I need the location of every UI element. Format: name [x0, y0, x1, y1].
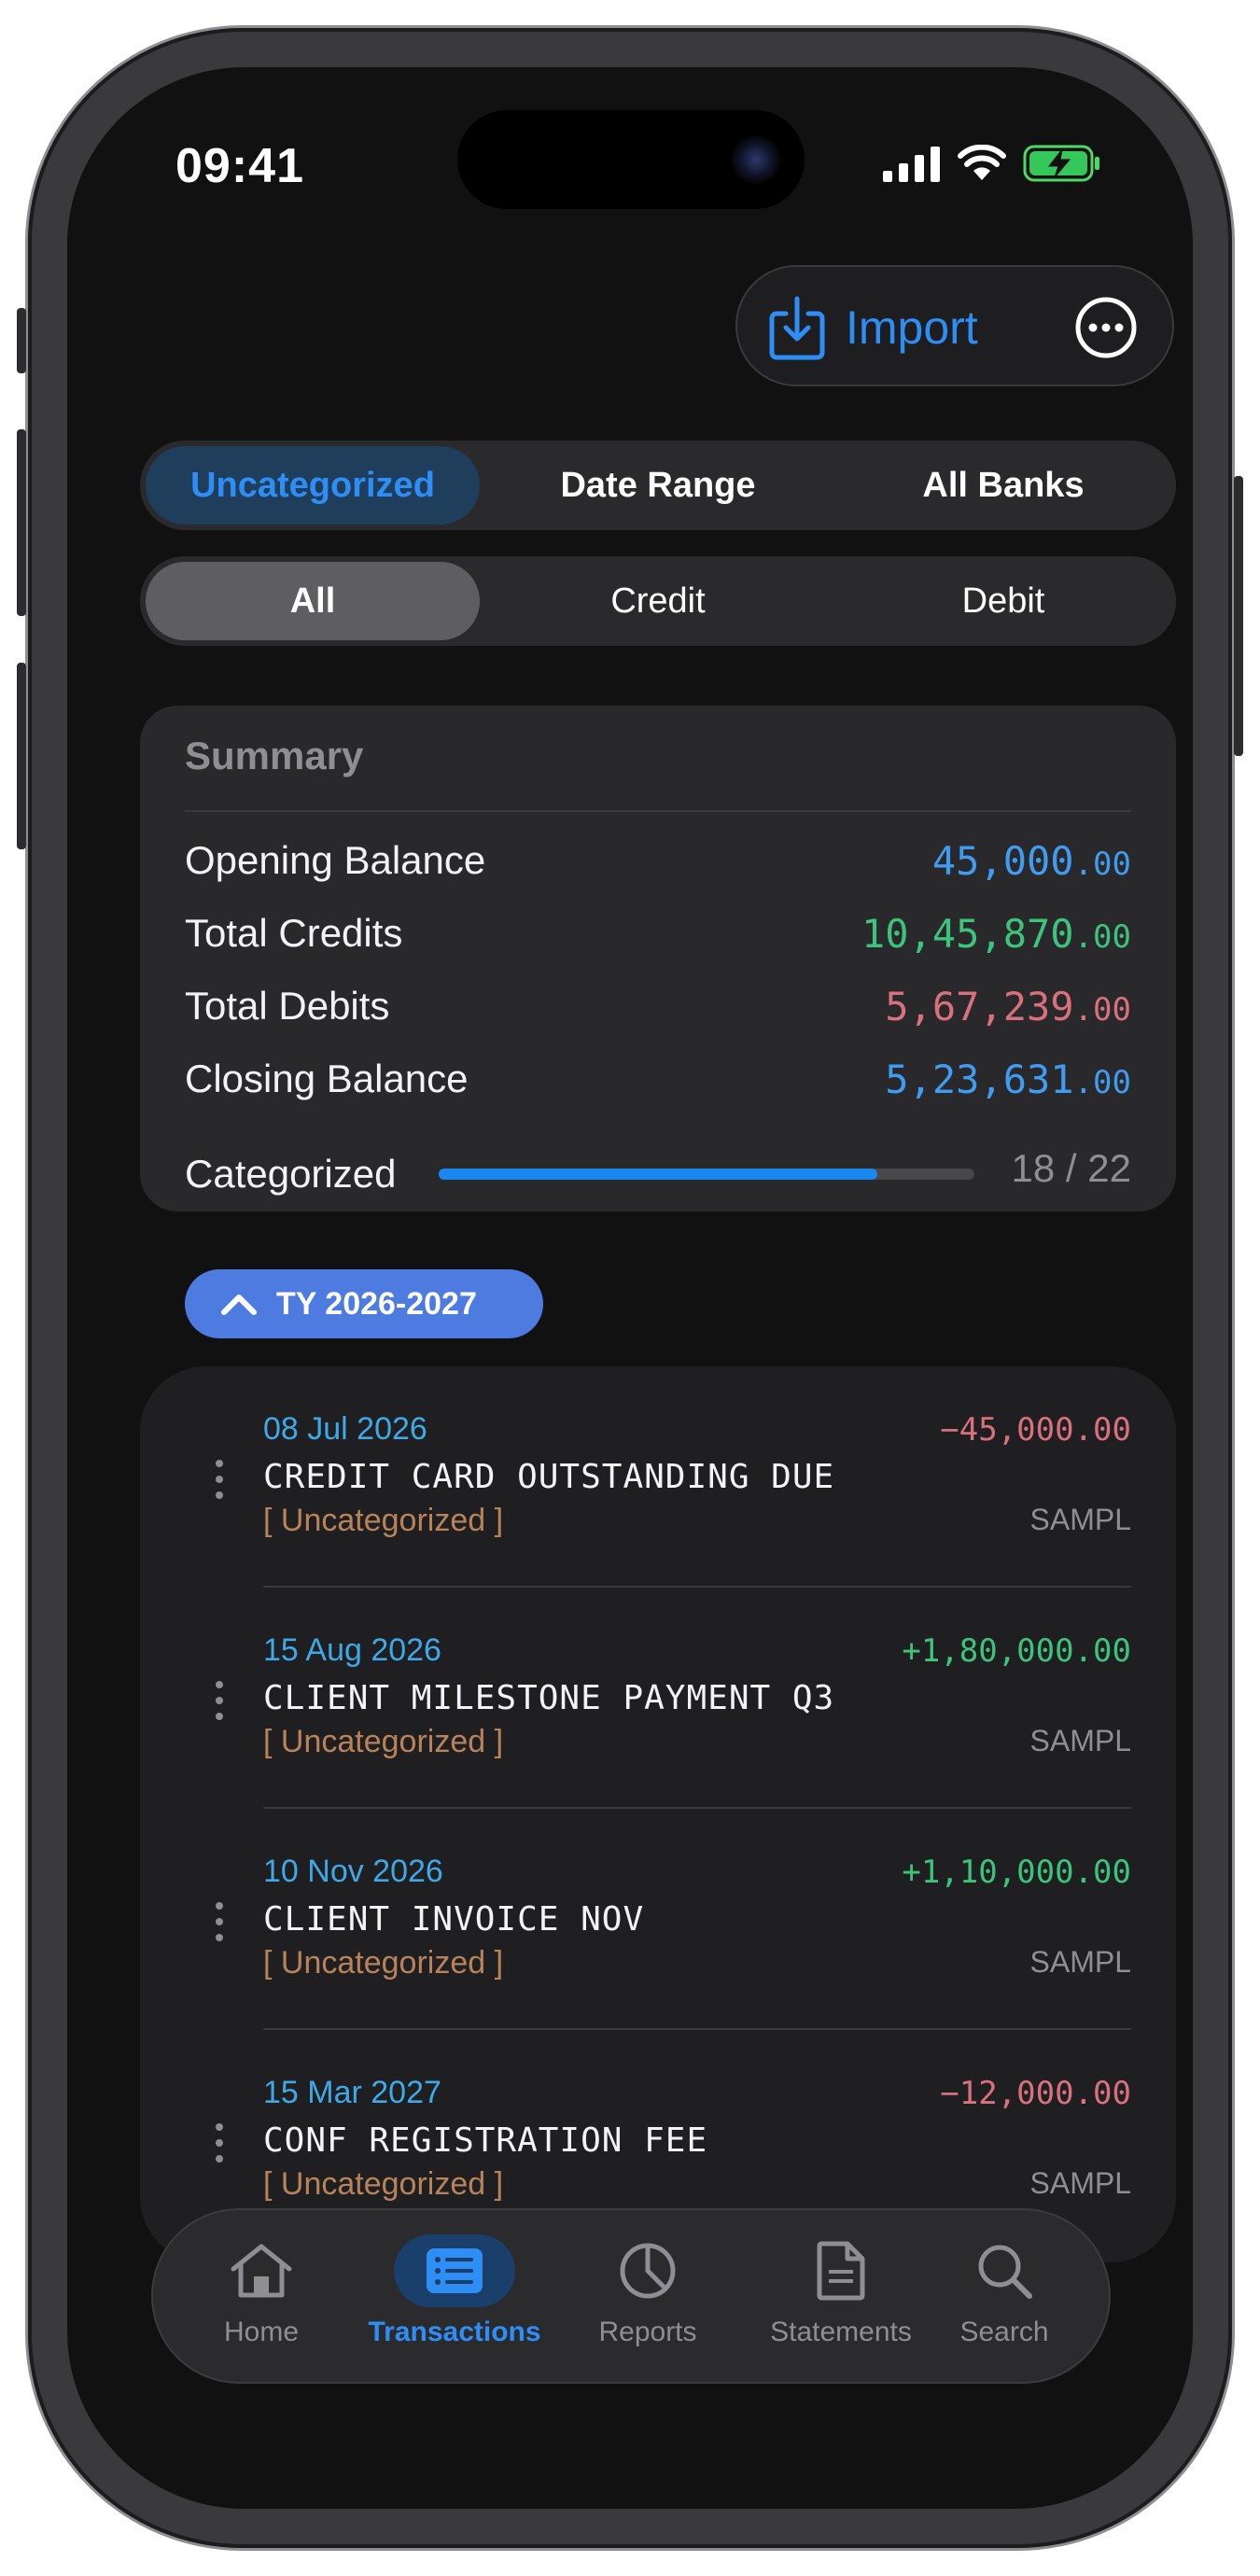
dynamic-island: [457, 110, 805, 209]
import-button[interactable]: Import: [769, 293, 978, 362]
total-debits-value: 5,67,239.00: [885, 983, 1131, 1029]
tab-home[interactable]: Home: [177, 2234, 345, 2365]
opening-balance-label: Opening Balance: [185, 838, 486, 882]
document-icon: [780, 2234, 902, 2307]
total-debits-row: Total Debits 5,67,239.00: [185, 978, 1131, 1034]
screen: 09:41 Import Uncategorized Date Range Al…: [67, 67, 1193, 2509]
filter-all[interactable]: All: [146, 562, 480, 640]
filter-date-range[interactable]: Date Range: [491, 446, 825, 525]
camera-icon: [732, 135, 780, 184]
device-frame: 09:41 Import Uncategorized Date Range Al…: [17, 28, 1243, 2548]
tab-transactions-label: Transactions: [368, 2317, 541, 2347]
list-icon: [394, 2234, 515, 2307]
tab-search[interactable]: Search: [920, 2234, 1088, 2365]
transaction-description: CLIENT MILESTONE PAYMENT Q3: [263, 1679, 835, 1717]
header-actions: Import: [735, 265, 1174, 386]
tab-home-label: Home: [223, 2317, 300, 2347]
pie-chart-icon: [587, 2234, 708, 2307]
transaction-description: CONF REGISTRATION FEE: [263, 2121, 708, 2160]
battery-charging-icon: [1023, 145, 1099, 182]
categorized-row: Categorized: [185, 1146, 396, 1202]
closing-balance-value: 5,23,631.00: [885, 1056, 1131, 1102]
filter-uncategorized[interactable]: Uncategorized: [146, 446, 480, 525]
transaction-row[interactable]: 08 Jul 2026 −45,000.00 CREDIT CARD OUTST…: [140, 1366, 1176, 1588]
row-menu-icon[interactable]: [215, 2121, 224, 2164]
transaction-category[interactable]: [ Uncategorized ]: [263, 1503, 503, 1539]
row-menu-icon[interactable]: [215, 1458, 224, 1501]
transaction-amount: −45,000.00: [940, 1411, 1131, 1449]
more-options-icon[interactable]: [1073, 295, 1139, 360]
categorized-progress-bar: [439, 1169, 974, 1180]
opening-balance-row: Opening Balance 45,000.00: [185, 833, 1131, 889]
categorized-progress-fill: [439, 1169, 877, 1180]
transaction-row[interactable]: 15 Aug 2026 +1,80,000.00 CLIENT MILESTON…: [140, 1588, 1176, 1809]
filter-segment-primary: Uncategorized Date Range All Banks: [140, 441, 1176, 530]
row-menu-icon[interactable]: [215, 1900, 224, 1943]
transaction-bank: SAMPL: [1029, 1945, 1131, 1979]
filter-debit[interactable]: Debit: [836, 562, 1170, 640]
tab-transactions[interactable]: Transactions: [368, 2234, 541, 2365]
action-button: [17, 308, 26, 373]
filter-credit[interactable]: Credit: [491, 562, 825, 640]
opening-balance-value: 45,000.00: [931, 837, 1131, 884]
filter-segment-type: All Credit Debit: [140, 556, 1176, 646]
total-credits-label: Total Credits: [185, 911, 403, 955]
categorized-label: Categorized: [185, 1152, 397, 1196]
status-time: 09:41: [175, 139, 304, 193]
volume-up-button: [17, 429, 26, 616]
categorized-count: 18 / 22: [1011, 1146, 1131, 1190]
transaction-amount: −12,000.00: [940, 2075, 1131, 2112]
tab-reports[interactable]: Reports: [564, 2234, 732, 2365]
tax-year-label: TY 2026-2027: [276, 1285, 477, 1322]
transaction-date: 15 Mar 2027: [263, 2075, 441, 2110]
transaction-row[interactable]: 10 Nov 2026 +1,10,000.00 CLIENT INVOICE …: [140, 1809, 1176, 2030]
wifi-icon: [958, 145, 1006, 180]
tab-reports-label: Reports: [598, 2317, 697, 2347]
tab-statements-label: Statements: [770, 2317, 912, 2347]
power-button: [1234, 476, 1243, 756]
total-credits-row: Total Credits 10,45,870.00: [185, 905, 1131, 961]
transaction-category[interactable]: [ Uncategorized ]: [263, 1724, 503, 1760]
transaction-bank: SAMPL: [1029, 1503, 1131, 1536]
transaction-amount: +1,80,000.00: [902, 1632, 1131, 1670]
divider: [185, 810, 1131, 812]
tab-bar: Home Transactions Reports Statements Sea…: [151, 2208, 1111, 2384]
tab-statements[interactable]: Statements: [757, 2234, 925, 2365]
chevron-up-icon: [221, 1295, 257, 1315]
transaction-description: CREDIT CARD OUTSTANDING DUE: [263, 1458, 835, 1496]
import-label: Import: [846, 301, 978, 354]
cellular-signal-icon: [883, 147, 940, 182]
import-icon: [769, 296, 825, 360]
transactions-list: 08 Jul 2026 −45,000.00 CREDIT CARD OUTST…: [140, 1366, 1176, 2262]
transaction-date: 10 Nov 2026: [263, 1854, 443, 1889]
closing-balance-row: Closing Balance 5,23,631.00: [185, 1051, 1131, 1107]
status-icons: [883, 144, 1101, 183]
transaction-description: CLIENT INVOICE NOV: [263, 1900, 645, 1939]
transaction-bank: SAMPL: [1029, 1724, 1131, 1757]
closing-balance-label: Closing Balance: [185, 1057, 469, 1100]
search-icon: [944, 2234, 1065, 2307]
transaction-category[interactable]: [ Uncategorized ]: [263, 1945, 503, 1981]
transaction-date: 15 Aug 2026: [263, 1632, 441, 1668]
row-menu-icon[interactable]: [215, 1679, 224, 1722]
volume-down-button: [17, 663, 26, 849]
total-credits-value: 10,45,870.00: [861, 910, 1131, 957]
filter-all-banks[interactable]: All Banks: [836, 446, 1170, 525]
transaction-category[interactable]: [ Uncategorized ]: [263, 2166, 503, 2203]
summary-title: Summary: [185, 734, 364, 777]
total-debits-label: Total Debits: [185, 984, 390, 1028]
tab-search-label: Search: [959, 2317, 1049, 2347]
summary-card: Summary Opening Balance 45,000.00 Total …: [140, 706, 1176, 1211]
home-icon: [201, 2234, 322, 2307]
tax-year-group-toggle[interactable]: TY 2026-2027: [185, 1269, 543, 1338]
transaction-amount: +1,10,000.00: [902, 1854, 1131, 1891]
transaction-date: 08 Jul 2026: [263, 1411, 427, 1447]
transaction-bank: SAMPL: [1029, 2166, 1131, 2200]
